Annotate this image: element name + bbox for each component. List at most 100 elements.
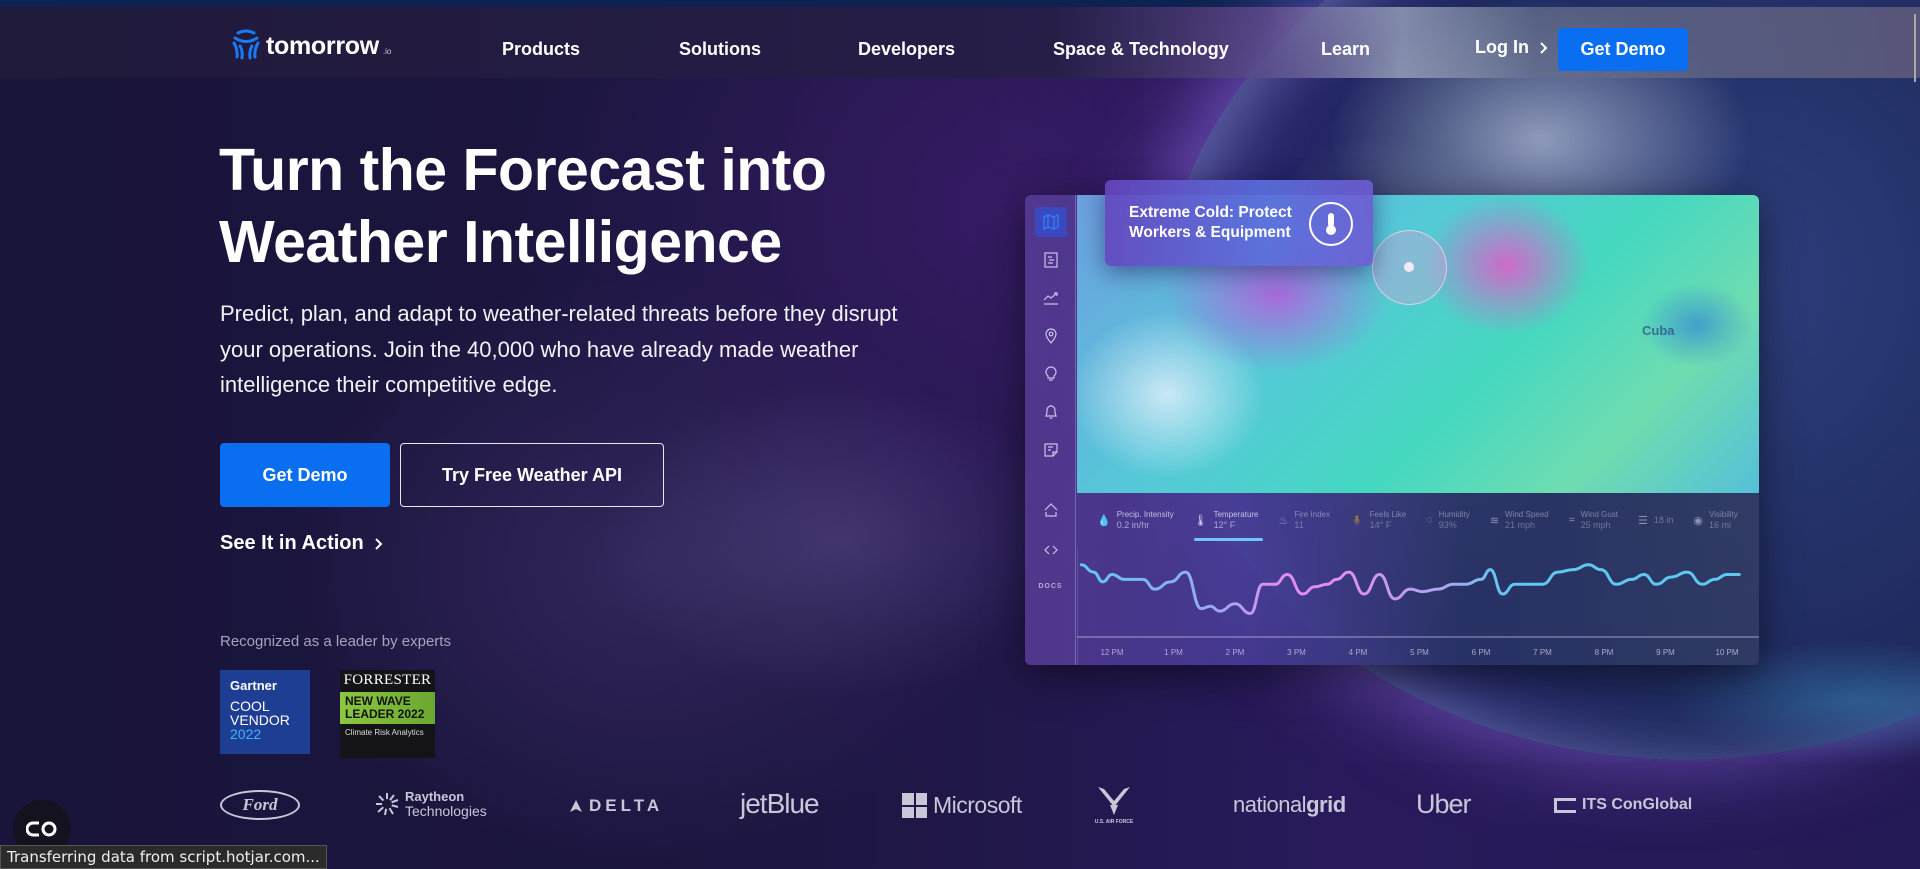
code-icon[interactable] bbox=[1035, 535, 1067, 565]
title-line-2: Weather Intelligence bbox=[219, 209, 782, 275]
wind-gust-icon: ≈ bbox=[1568, 514, 1575, 526]
extreme-cold-alert-card[interactable]: Extreme Cold: Protect Workers & Equipmen… bbox=[1105, 180, 1373, 266]
metric-fire-index[interactable]: ♨ Fire Index 11 bbox=[1279, 509, 1330, 531]
alert-line-2: Workers & Equipment bbox=[1129, 224, 1291, 241]
raytheon-name: Raytheon bbox=[405, 789, 465, 804]
metric-snow-depth[interactable]: ☰ 18 in bbox=[1638, 514, 1673, 527]
metric-value: 12° F bbox=[1213, 520, 1236, 530]
microsoft-text: Microsoft bbox=[933, 792, 1022, 818]
page-title: Turn the Forecast into Weather Intellige… bbox=[219, 134, 939, 278]
metric-wind-speed[interactable]: ≋ Wind Speed 21 mph bbox=[1490, 509, 1549, 531]
nationalgrid-text-b: grid bbox=[1306, 792, 1346, 817]
x-tick-label: 2 PM bbox=[1226, 648, 1245, 657]
its-text: ITS ConGlobal bbox=[1582, 796, 1693, 813]
location-pin-icon[interactable] bbox=[1035, 321, 1067, 351]
top-navigation: tomorrow .io Products Solutions Develope… bbox=[0, 7, 1920, 82]
lightbulb-icon[interactable] bbox=[1035, 359, 1067, 389]
x-tick-label: 5 PM bbox=[1410, 648, 1429, 657]
forrester-caption: Climate Risk Analytics bbox=[345, 728, 424, 737]
metric-value: 14° F bbox=[1369, 520, 1392, 530]
x-tick-label: 3 PM bbox=[1287, 648, 1306, 657]
note-icon[interactable] bbox=[1035, 435, 1067, 465]
snow-depth-icon: ☰ bbox=[1638, 514, 1648, 527]
microsoft-grid-icon bbox=[902, 793, 927, 818]
metric-temperature[interactable]: 🌡 Temperature 12° F bbox=[1193, 509, 1263, 541]
nav-item-developers[interactable]: Developers bbox=[858, 39, 955, 60]
thermometer-icon: 🌡 bbox=[1193, 514, 1208, 527]
forrester-award: NEW WAVE LEADER 2022 bbox=[340, 692, 435, 724]
gartner-badge[interactable]: Gartner COOL VENDOR 2022 bbox=[220, 670, 310, 754]
map-icon[interactable] bbox=[1035, 207, 1067, 237]
delta-logo: DELTA bbox=[569, 796, 663, 816]
x-tick-label: 4 PM bbox=[1349, 648, 1368, 657]
metric-value: 93% bbox=[1438, 520, 1457, 530]
x-tick-label: 10 PM bbox=[1715, 648, 1738, 657]
logo-link[interactable]: tomorrow .io bbox=[230, 28, 391, 60]
nav-item-space-technology[interactable]: Space & Technology bbox=[1053, 39, 1229, 60]
nationalgrid-logo: national grid bbox=[1233, 792, 1346, 818]
home-icon[interactable] bbox=[1035, 495, 1067, 525]
gartner-brand: Gartner bbox=[230, 678, 277, 693]
nav-get-demo-button[interactable]: Get Demo bbox=[1558, 28, 1688, 71]
its-conglobal-logo: ITS ConGlobal bbox=[1554, 796, 1692, 814]
forrester-badge[interactable]: FORRESTER NEW WAVE LEADER 2022 Climate R… bbox=[340, 670, 435, 758]
x-tick-label: 6 PM bbox=[1472, 648, 1491, 657]
nav-item-products[interactable]: Products bbox=[502, 39, 580, 60]
see-action-label: See It in Action bbox=[220, 532, 364, 554]
nav-item-learn[interactable]: Learn bbox=[1321, 39, 1370, 60]
metric-humidity[interactable]: ◌ Humidity 93% bbox=[1426, 509, 1470, 531]
nationalgrid-text-a: national bbox=[1233, 792, 1307, 817]
login-label: Log In bbox=[1475, 37, 1529, 57]
microsoft-logo: Microsoft bbox=[902, 792, 1022, 819]
chart-icon[interactable] bbox=[1035, 283, 1067, 313]
delta-triangle-icon bbox=[570, 800, 582, 812]
login-link[interactable]: Log In bbox=[1475, 37, 1548, 58]
humidity-icon: ◌ bbox=[1426, 514, 1433, 526]
list-icon[interactable] bbox=[1035, 245, 1067, 275]
raytheon-logo: Raytheon Technologies bbox=[375, 789, 487, 819]
tomorrow-logo-icon bbox=[232, 29, 260, 60]
alert-location-marker[interactable] bbox=[1372, 230, 1447, 305]
eye-icon: ◉ bbox=[1693, 514, 1704, 527]
metric-wind-gust[interactable]: ≈ Wind Gust 25 mph bbox=[1569, 509, 1618, 531]
metric-precip-intensity[interactable]: 💧 Precip. Intensity 0.2 in/hr bbox=[1097, 509, 1174, 531]
get-demo-button[interactable]: Get Demo bbox=[220, 443, 390, 507]
air-force-wings-icon bbox=[1098, 787, 1130, 815]
metric-value: 16 mi bbox=[1709, 520, 1732, 530]
precipitation-icon: 💧 bbox=[1097, 514, 1111, 527]
docs-link[interactable]: DOCS bbox=[1025, 583, 1076, 590]
ford-logo: Ford bbox=[220, 790, 300, 820]
x-tick-label: 8 PM bbox=[1595, 648, 1614, 657]
gartner-line1: COOL bbox=[230, 698, 270, 714]
see-it-in-action-link[interactable]: See It in Action bbox=[220, 532, 383, 555]
alert-text: Extreme Cold: Protect Workers & Equipmen… bbox=[1129, 203, 1292, 243]
metric-label: Wind Speed bbox=[1505, 510, 1549, 519]
raytheon-sub: Technologies bbox=[405, 803, 487, 819]
forrester-line2: LEADER 2022 bbox=[345, 707, 425, 721]
uber-logo: Uber bbox=[1416, 789, 1472, 819]
logo-suffix: .io bbox=[382, 47, 392, 56]
ford-text: Ford bbox=[242, 795, 278, 814]
thermometer-icon bbox=[1309, 202, 1353, 246]
bell-icon[interactable] bbox=[1035, 397, 1067, 427]
scrollbar[interactable] bbox=[1914, 14, 1916, 82]
nav-item-solutions[interactable]: Solutions bbox=[679, 39, 761, 60]
gartner-line2: VENDOR bbox=[230, 712, 290, 728]
raytheon-sunburst-icon bbox=[376, 793, 399, 816]
chevron-right-icon bbox=[1540, 41, 1548, 54]
feels-like-icon: 🧍 bbox=[1349, 514, 1364, 527]
metrics-bar: 💧 Precip. Intensity 0.2 in/hr 🌡 Temperature 1… bbox=[1077, 495, 1759, 545]
us-air-force-logo: U.S. AIR FORCE bbox=[1094, 785, 1134, 825]
cloud-glow bbox=[600, 380, 1080, 700]
forrester-brand: FORRESTER bbox=[343, 672, 432, 688]
x-tick-label: 7 PM bbox=[1533, 648, 1552, 657]
chevron-right-icon bbox=[375, 537, 383, 550]
try-free-api-button[interactable]: Try Free Weather API bbox=[400, 443, 664, 507]
metric-feels-like[interactable]: 🧍 Feels Like 14° F bbox=[1350, 509, 1406, 531]
metric-label: Humidity bbox=[1438, 510, 1470, 519]
metric-visibility[interactable]: ◉ Visibility 16 mi bbox=[1693, 509, 1737, 531]
widget-logo-icon bbox=[26, 821, 57, 837]
x-tick-label: 12 PM bbox=[1100, 648, 1123, 657]
metric-label: Wind Gust bbox=[1580, 510, 1619, 519]
browser-status-bar: Transferring data from script.hotjar.com… bbox=[0, 845, 327, 869]
